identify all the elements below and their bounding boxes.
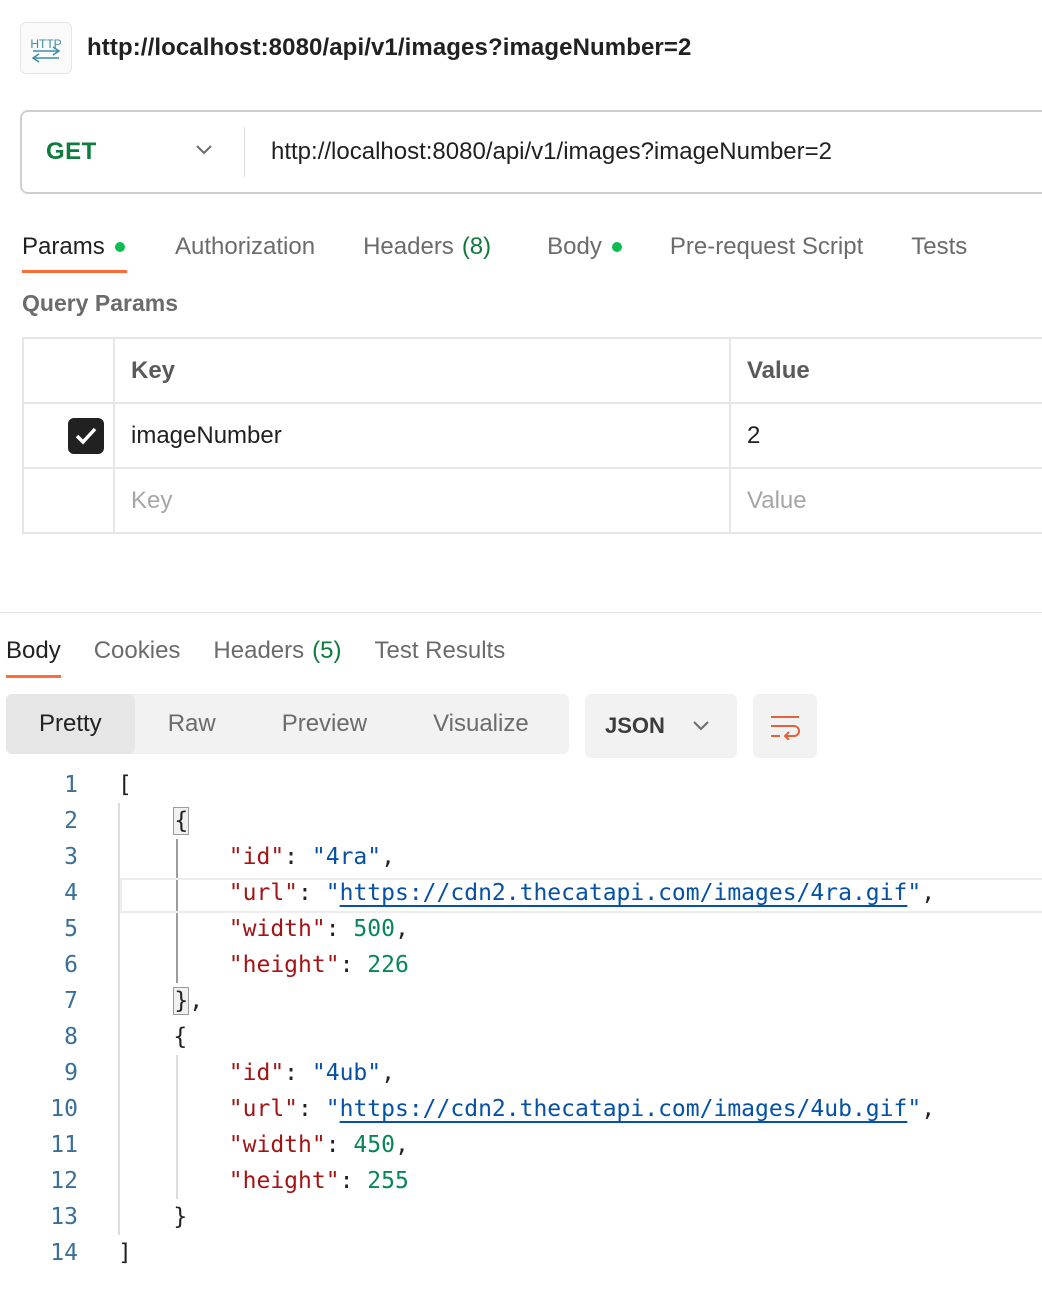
params-dot-indicator — [114, 242, 125, 252]
code-line: 7 }, — [64, 987, 204, 1015]
param-enabled-checkbox[interactable] — [68, 417, 104, 454]
empty-check-cell — [22, 467, 115, 534]
table-header-row: Key Value — [22, 337, 1042, 404]
table-row-empty: Key Value — [22, 467, 1042, 534]
url-divider — [244, 127, 245, 177]
code-line: 1[ — [64, 772, 132, 798]
param-value-cell[interactable]: 2 — [729, 402, 1042, 469]
format-label: JSON — [605, 713, 665, 738]
tab-headers[interactable]: Headers (8) — [363, 222, 491, 272]
header-check-cell — [22, 337, 115, 404]
new-key-input[interactable]: Key — [113, 467, 731, 534]
code-line: 11 "width": 450, — [50, 1132, 409, 1158]
chevron-down-icon — [693, 721, 709, 731]
view-visualize-button[interactable]: Visualize — [400, 694, 562, 754]
response-tabs: Body Cookies Headers (5) Test Results — [6, 624, 538, 678]
response-divider — [0, 612, 1042, 613]
code-line: 3 "id": "4ra", — [64, 844, 395, 870]
code-line: 9 "id": "4ub", — [64, 1060, 395, 1086]
format-select[interactable]: JSON — [585, 694, 737, 758]
code-line: 12 "height": 255 — [50, 1168, 409, 1194]
tab-tests[interactable]: Tests — [911, 222, 967, 272]
param-key-cell[interactable]: imageNumber — [113, 402, 731, 469]
new-value-input[interactable]: Value — [729, 467, 1042, 534]
wrap-lines-icon — [771, 716, 800, 740]
http-icon: HTTP — [20, 22, 72, 74]
view-preview-button[interactable]: Preview — [249, 694, 400, 754]
query-params-table: Key Value imageNumber 2 Key Value — [22, 337, 1042, 534]
request-title[interactable]: http://localhost:8080/api/v1/images?imag… — [87, 34, 691, 62]
view-raw-button[interactable]: Raw — [135, 694, 249, 754]
response-tab-body[interactable]: Body — [6, 624, 61, 678]
wrap-lines-button[interactable] — [753, 694, 817, 758]
header-value: Value — [729, 337, 1042, 404]
code-line: 14] — [50, 1240, 132, 1266]
response-body-viewer[interactable]: 1[ 2 { 3 "id": "4ra", 4 "url": "https://… — [0, 767, 1042, 1271]
code-line: 5 "width": 500, — [64, 916, 409, 942]
code-line: 10 "url": "https://cdn2.thecatapi.com/im… — [50, 1096, 936, 1122]
code-line: 8 { — [64, 1024, 188, 1050]
chevron-down-icon — [196, 145, 212, 155]
tab-pre-request-script[interactable]: Pre-request Script — [670, 222, 863, 272]
query-params-title: Query Params — [22, 290, 178, 316]
tab-body[interactable]: Body — [547, 222, 622, 272]
view-mode-group: Pretty Raw Preview Visualize — [6, 694, 569, 754]
url-link[interactable]: https://cdn2.thecatapi.com/images/4ub.gi… — [340, 1096, 908, 1122]
url-input[interactable] — [271, 138, 1042, 166]
method-label: GET — [46, 138, 97, 165]
tab-params[interactable]: Params — [22, 222, 127, 273]
response-tab-test-results[interactable]: Test Results — [374, 624, 505, 678]
check-icon — [75, 427, 97, 445]
body-dot-indicator — [611, 242, 622, 252]
header-key: Key — [113, 337, 731, 404]
code-line: 2 { — [64, 807, 190, 835]
code-line-current: 4 "url": "https://cdn2.thecatapi.com/ima… — [0, 875, 1042, 913]
code-line: 13 } — [50, 1204, 188, 1230]
request-tabs: Params Authorization Headers (8) Body Pre… — [22, 222, 967, 273]
url-link[interactable]: https://cdn2.thecatapi.com/images/4ra.gi… — [340, 880, 908, 906]
response-tab-headers[interactable]: Headers (5) — [213, 624, 341, 678]
row-check-cell — [22, 402, 115, 469]
request-title-row: HTTP http://localhost:8080/api/v1/images… — [20, 22, 691, 74]
table-row: imageNumber 2 — [22, 402, 1042, 469]
view-pretty-button[interactable]: Pretty — [6, 694, 135, 754]
tab-authorization[interactable]: Authorization — [175, 222, 315, 272]
method-select[interactable]: GET — [22, 112, 244, 192]
code-line: 6 "height": 226 — [64, 952, 409, 978]
url-bar: GET — [20, 110, 1042, 194]
response-tab-cookies[interactable]: Cookies — [94, 624, 181, 678]
